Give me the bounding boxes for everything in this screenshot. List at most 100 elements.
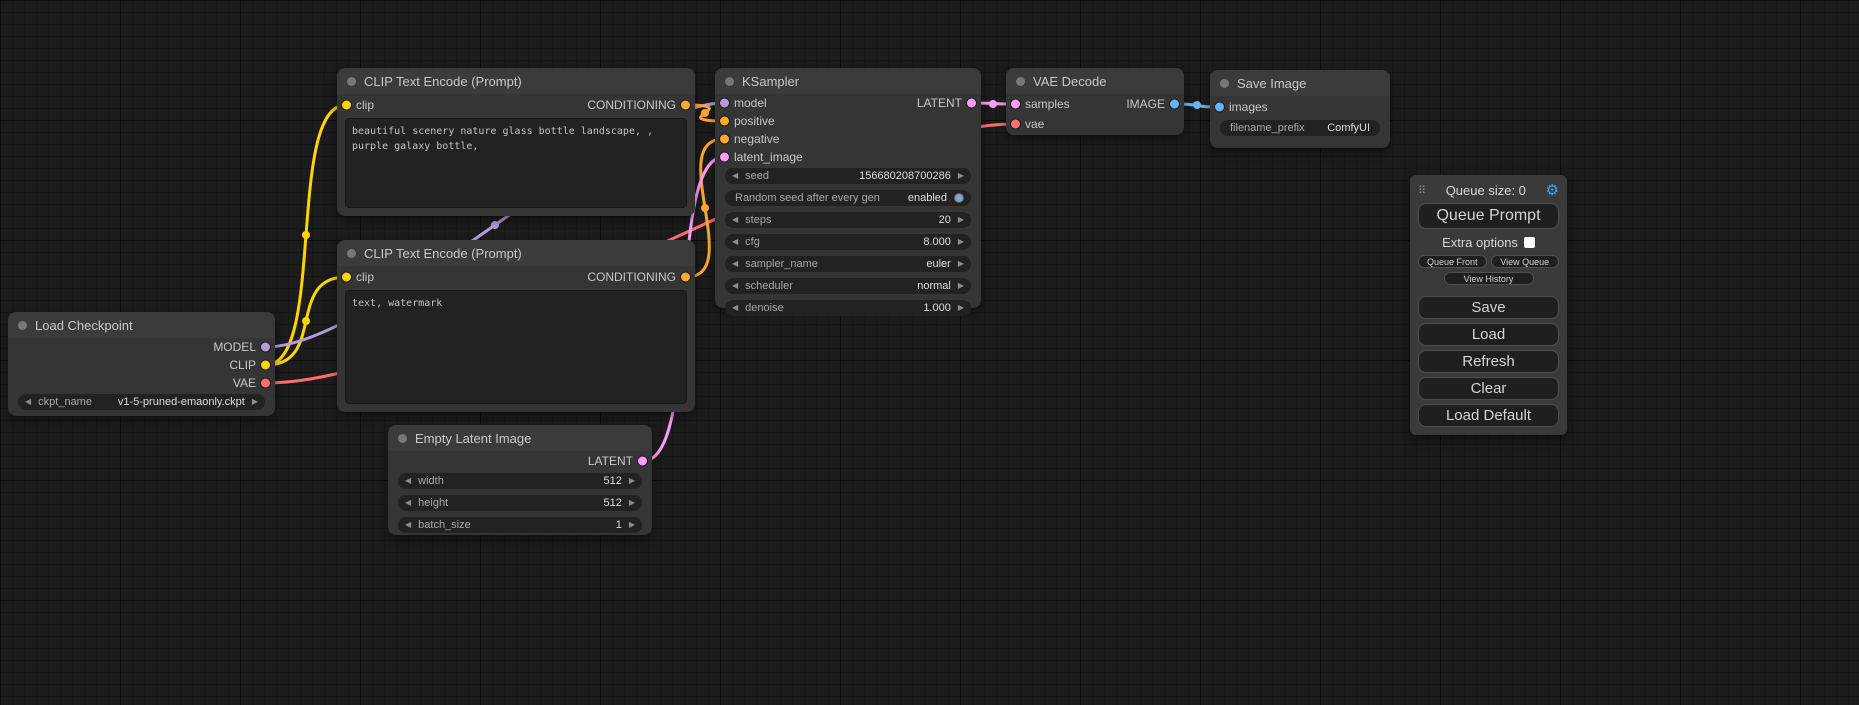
input-port-samples[interactable] <box>1011 100 1020 109</box>
save-button[interactable]: Save <box>1418 296 1559 319</box>
node-header[interactable]: Load Checkpoint <box>8 312 275 338</box>
view-history-row: View History <box>1418 272 1559 285</box>
slot-row: images <box>1210 96 1390 118</box>
widget-value: 1.000 <box>923 302 951 314</box>
input-port-images[interactable] <box>1215 103 1224 112</box>
widget-filename-prefix[interactable]: filename_prefix ComfyUI <box>1220 120 1380 136</box>
output-port-model[interactable] <box>261 343 270 352</box>
toggle-icon[interactable] <box>954 193 964 203</box>
collapse-dot-icon[interactable] <box>1220 79 1229 88</box>
output-port-vae[interactable] <box>261 379 270 388</box>
input-port-clip[interactable] <box>342 273 351 282</box>
widget-height[interactable]: ◀ height 512 ▶ <box>398 495 642 511</box>
output-label-vae: VAE <box>233 376 256 390</box>
prev-arrow-icon[interactable]: ◀ <box>732 260 738 268</box>
widget-cfg[interactable]: ◀ cfg 8.000 ▶ <box>725 234 971 250</box>
settings-gear-icon[interactable]: ⚙ <box>1546 183 1559 198</box>
load-button[interactable]: Load <box>1418 323 1559 346</box>
clear-button[interactable]: Clear <box>1418 377 1559 400</box>
queue-prompt-button[interactable]: Queue Prompt <box>1418 203 1559 229</box>
prev-arrow-icon[interactable]: ◀ <box>25 398 31 406</box>
view-queue-button[interactable]: View Queue <box>1491 255 1560 268</box>
collapse-dot-icon[interactable] <box>347 249 356 258</box>
node-save-image[interactable]: Save Image images filename_prefix ComfyU… <box>1210 70 1390 148</box>
widget-scheduler[interactable]: ◀ scheduler normal ▶ <box>725 278 971 294</box>
output-label-latent: LATENT <box>588 454 633 468</box>
increment-arrow-icon[interactable]: ▶ <box>958 304 964 312</box>
input-port-vae[interactable] <box>1011 120 1020 129</box>
decrement-arrow-icon[interactable]: ◀ <box>732 304 738 312</box>
node-header[interactable]: CLIP Text Encode (Prompt) <box>337 68 695 94</box>
widget-denoise[interactable]: ◀ denoise 1.000 ▶ <box>725 300 971 316</box>
collapse-dot-icon[interactable] <box>18 321 27 330</box>
prompt-textarea[interactable]: beautiful scenery nature glass bottle la… <box>345 118 687 208</box>
increment-arrow-icon[interactable]: ▶ <box>958 238 964 246</box>
widget-steps[interactable]: ◀ steps 20 ▶ <box>725 212 971 228</box>
output-port-latent[interactable] <box>638 457 647 466</box>
node-clip-text-encode-positive[interactable]: CLIP Text Encode (Prompt) clip CONDITION… <box>337 68 695 216</box>
increment-arrow-icon[interactable]: ▶ <box>958 172 964 180</box>
node-header[interactable]: VAE Decode <box>1006 68 1184 94</box>
prev-arrow-icon[interactable]: ◀ <box>732 282 738 290</box>
widget-label: filename_prefix <box>1230 122 1305 134</box>
input-port-latent-image[interactable] <box>720 153 729 162</box>
widget-width[interactable]: ◀ width 512 ▶ <box>398 473 642 489</box>
node-header[interactable]: Save Image <box>1210 70 1390 96</box>
input-label-latent-image: latent_image <box>734 150 803 164</box>
widget-sampler-name[interactable]: ◀ sampler_name euler ▶ <box>725 256 971 272</box>
increment-arrow-icon[interactable]: ▶ <box>629 499 635 507</box>
widget-seed[interactable]: ◀ seed 156680208700286 ▶ <box>725 168 971 184</box>
node-load-checkpoint[interactable]: Load Checkpoint MODEL CLIP VAE ◀ ckpt_na… <box>8 312 275 416</box>
queue-menu-panel: ⠿ Queue size: 0 ⚙ Queue Prompt Extra opt… <box>1410 175 1567 435</box>
decrement-arrow-icon[interactable]: ◀ <box>732 238 738 246</box>
queue-front-button[interactable]: Queue Front <box>1418 255 1487 268</box>
output-port-clip[interactable] <box>261 361 270 370</box>
decrement-arrow-icon[interactable]: ◀ <box>405 499 411 507</box>
slot-row: model LATENT <box>715 94 981 112</box>
node-clip-text-encode-negative[interactable]: CLIP Text Encode (Prompt) clip CONDITION… <box>337 240 695 412</box>
output-port-conditioning[interactable] <box>681 101 690 110</box>
input-port-clip[interactable] <box>342 101 351 110</box>
input-port-positive[interactable] <box>720 117 729 126</box>
view-history-button[interactable]: View History <box>1444 272 1534 285</box>
decrement-arrow-icon[interactable]: ◀ <box>405 477 411 485</box>
widget-random-seed-toggle[interactable]: Random seed after every gen enabled <box>725 190 971 206</box>
decrement-arrow-icon[interactable]: ◀ <box>405 521 411 529</box>
input-port-model[interactable] <box>720 99 729 108</box>
collapse-dot-icon[interactable] <box>1016 77 1025 86</box>
increment-arrow-icon[interactable]: ▶ <box>629 477 635 485</box>
collapse-dot-icon[interactable] <box>725 77 734 86</box>
increment-arrow-icon[interactable]: ▶ <box>629 521 635 529</box>
increment-arrow-icon[interactable]: ▶ <box>958 216 964 224</box>
next-arrow-icon[interactable]: ▶ <box>958 282 964 290</box>
node-ksampler[interactable]: KSampler model LATENT positive negative … <box>715 68 981 308</box>
decrement-arrow-icon[interactable]: ◀ <box>732 216 738 224</box>
widget-ckpt-name[interactable]: ◀ ckpt_name v1-5-pruned-emaonly.ckpt ▶ <box>18 394 265 410</box>
output-port-latent[interactable] <box>967 99 976 108</box>
slot-row: positive <box>715 112 981 130</box>
extra-options-checkbox[interactable] <box>1524 237 1535 248</box>
drag-handle-icon[interactable]: ⠿ <box>1418 184 1426 197</box>
prompt-textarea[interactable]: text, watermark <box>345 290 687 404</box>
widget-batch-size[interactable]: ◀ batch_size 1 ▶ <box>398 517 642 533</box>
refresh-button[interactable]: Refresh <box>1418 350 1559 373</box>
node-empty-latent-image[interactable]: Empty Latent Image LATENT ◀ width 512 ▶ … <box>388 425 652 535</box>
input-label-model: model <box>734 96 767 110</box>
widget-label: seed <box>745 170 769 182</box>
collapse-dot-icon[interactable] <box>347 77 356 86</box>
decrement-arrow-icon[interactable]: ◀ <box>732 172 738 180</box>
output-port-conditioning[interactable] <box>681 273 690 282</box>
input-port-negative[interactable] <box>720 135 729 144</box>
widget-value: enabled <box>908 192 947 204</box>
next-arrow-icon[interactable]: ▶ <box>252 398 258 406</box>
collapse-dot-icon[interactable] <box>398 434 407 443</box>
widget-label: cfg <box>745 236 760 248</box>
load-default-button[interactable]: Load Default <box>1418 404 1559 427</box>
graph-canvas[interactable]: Load Checkpoint MODEL CLIP VAE ◀ ckpt_na… <box>0 0 1859 705</box>
output-port-image[interactable] <box>1170 100 1179 109</box>
node-header[interactable]: KSampler <box>715 68 981 94</box>
node-header[interactable]: Empty Latent Image <box>388 425 652 451</box>
next-arrow-icon[interactable]: ▶ <box>958 260 964 268</box>
node-vae-decode[interactable]: VAE Decode samples IMAGE vae <box>1006 68 1184 135</box>
node-header[interactable]: CLIP Text Encode (Prompt) <box>337 240 695 266</box>
